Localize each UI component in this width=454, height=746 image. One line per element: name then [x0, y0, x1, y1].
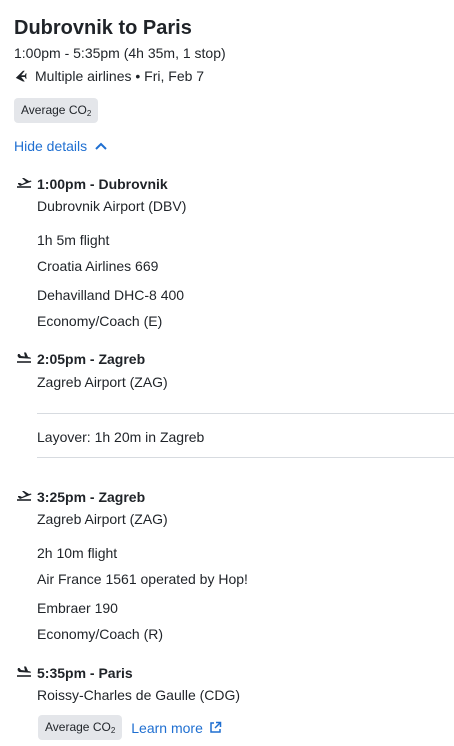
landing-icon: [17, 666, 31, 677]
external-link-icon[interactable]: [209, 721, 222, 734]
segment-2-arrival-title: 5:35pm - Paris: [37, 665, 133, 681]
segment-1-flight: Croatia Airlines 669: [37, 258, 159, 274]
segment-2-duration: 2h 10m flight: [37, 545, 118, 561]
segment-2-arrival-airport: Roissy-Charles de Gaulle (CDG): [37, 687, 241, 703]
hide-details-label[interactable]: Hide details: [14, 138, 87, 154]
layover-divider-top: [37, 413, 454, 414]
segment-2-cabin: Economy/Coach (R): [37, 626, 164, 642]
segment-1-departure-airport: Dubrovnik Airport (DBV): [37, 198, 187, 214]
multiple-airlines-icon: [14, 68, 30, 84]
landing-icon: [17, 352, 31, 363]
takeoff-icon: [17, 178, 32, 188]
co2-badge: Average CO2: [14, 98, 99, 123]
learn-more-label[interactable]: Learn more: [131, 720, 203, 736]
segment-2-departure-title: 3:25pm - Zagreb: [37, 489, 146, 505]
segment-2-flight: Air France 1561 operated by Hop!: [37, 571, 248, 587]
segment-1-duration: 1h 5m flight: [37, 232, 110, 248]
footer-row: Average CO2 Learn more: [38, 715, 222, 740]
segment-1-aircraft: Dehavilland DHC-8 400: [37, 287, 185, 303]
co2-badge: Average CO2: [38, 715, 123, 740]
segment-2-aircraft: Embraer 190: [37, 600, 118, 616]
learn-more-link[interactable]: Learn more: [131, 720, 222, 736]
airline-summary-row: Multiple airlines • Fri, Feb 7: [14, 68, 204, 84]
segment-1-arrival-airport: Zagreb Airport (ZAG): [37, 374, 168, 390]
segment-2-departure-airport: Zagreb Airport (ZAG): [37, 511, 168, 527]
segment-1-departure-title: 1:00pm - Dubrovnik: [37, 176, 168, 192]
chevron-up-icon[interactable]: [95, 142, 107, 150]
trip-times: 1:00pm - 5:35pm (4h 35m, 1 stop): [14, 45, 226, 61]
airline-summary-text: Multiple airlines • Fri, Feb 7: [35, 68, 205, 84]
segment-1-cabin: Economy/Coach (E): [37, 313, 163, 329]
segment-1-arrival-title: 2:05pm - Zagreb: [37, 351, 146, 367]
layover-info: Layover: 1h 20m in Zagreb: [37, 429, 205, 445]
layover-divider-bottom: [37, 457, 454, 458]
page-title: Dubrovnik to Paris: [14, 17, 192, 39]
hide-details-toggle[interactable]: Hide details: [14, 138, 107, 154]
takeoff-icon: [17, 491, 32, 501]
